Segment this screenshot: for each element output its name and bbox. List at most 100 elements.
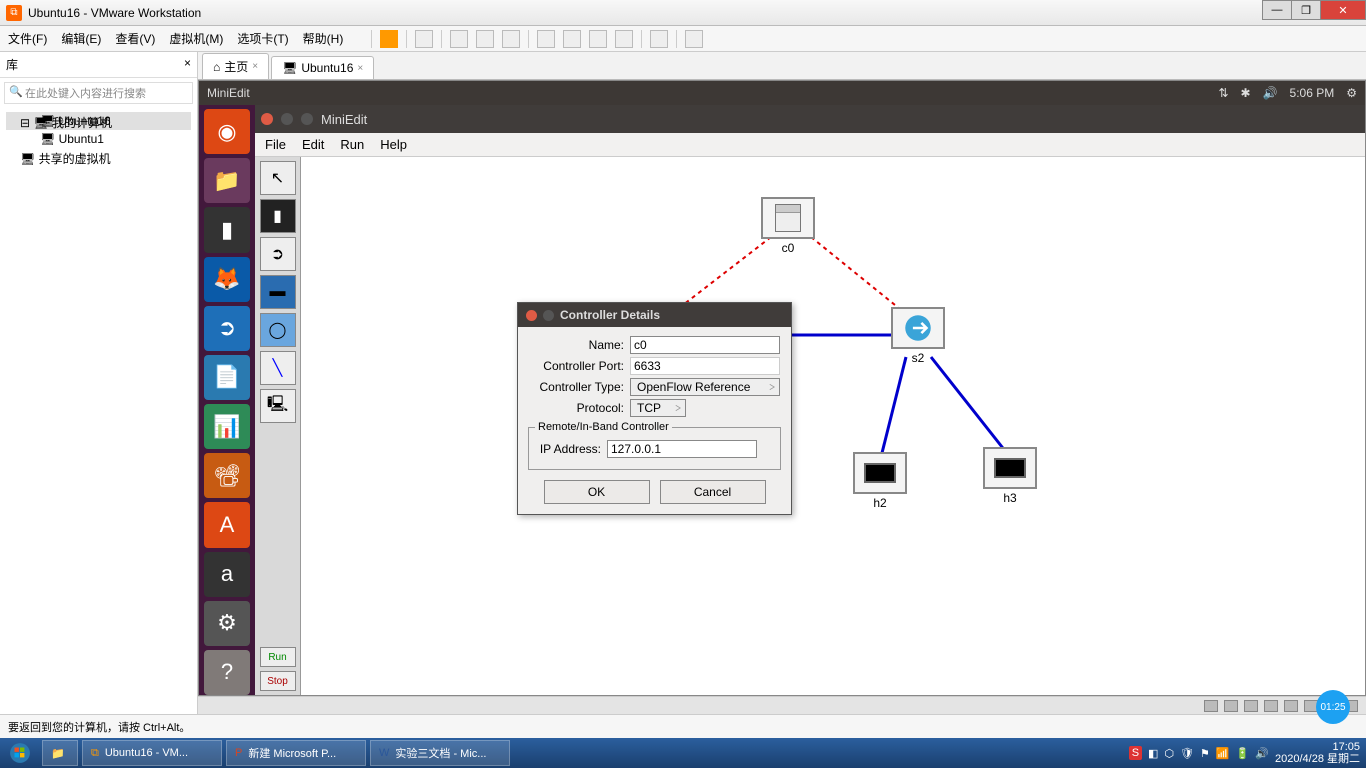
tool-router[interactable]: ◯: [260, 313, 296, 347]
tool-legacy-switch[interactable]: ▬: [260, 275, 296, 309]
menu-help[interactable]: 帮助(H): [303, 30, 344, 47]
tray-icon[interactable]: 📶: [1216, 747, 1230, 760]
files-icon[interactable]: 📁: [204, 158, 250, 203]
ime-icon[interactable]: S: [1129, 746, 1142, 760]
network-icon[interactable]: ⇅: [1218, 86, 1228, 100]
port-input[interactable]: [630, 357, 780, 375]
toolbar-icon[interactable]: [685, 30, 703, 48]
arrow-icon[interactable]: ➲: [204, 306, 250, 351]
writer-icon[interactable]: 📄: [204, 355, 250, 400]
node-controller-c0[interactable]: c0: [761, 197, 815, 255]
toolbar-icon[interactable]: [450, 30, 468, 48]
me-menu-help[interactable]: Help: [380, 137, 407, 152]
menu-file[interactable]: 文件(F): [8, 30, 47, 47]
tool-switch[interactable]: ➲: [260, 237, 296, 271]
tool-host[interactable]: ▮: [260, 199, 296, 233]
device-icon[interactable]: [1264, 700, 1278, 712]
stop-button[interactable]: Stop: [260, 671, 296, 691]
toolbar-icon[interactable]: [502, 30, 520, 48]
me-menu-run[interactable]: Run: [340, 137, 364, 152]
toolbar-icon[interactable]: [476, 30, 494, 48]
taskbar-clock[interactable]: 17:05 2020/4/28 星期二: [1275, 741, 1360, 765]
toolbar-icon[interactable]: [537, 30, 555, 48]
cancel-button[interactable]: Cancel: [660, 480, 766, 504]
tree-my-computer[interactable]: ⊟ 🖥 我的计算机: [6, 112, 112, 133]
maximize-icon[interactable]: [301, 113, 313, 125]
start-button[interactable]: [0, 738, 40, 768]
proto-select[interactable]: TCP: [630, 399, 686, 417]
sound-icon[interactable]: 🔊: [1255, 747, 1269, 760]
settings-icon[interactable]: ⚙: [204, 601, 250, 646]
firefox-icon[interactable]: 🦊: [204, 257, 250, 302]
software-icon[interactable]: A: [204, 502, 250, 547]
toolbar-icon[interactable]: [415, 30, 433, 48]
terminal-icon[interactable]: ▮: [204, 207, 250, 252]
ip-label: IP Address:: [535, 442, 601, 456]
menu-vm[interactable]: 虚拟机(M): [169, 30, 223, 47]
close-button[interactable]: ✕: [1320, 0, 1366, 20]
close-icon[interactable]: ×: [357, 63, 363, 74]
close-icon[interactable]: ×: [252, 61, 258, 72]
clock[interactable]: 5:06 PM: [1290, 86, 1335, 100]
tool-link[interactable]: ╲: [260, 351, 296, 385]
pause-icon[interactable]: [380, 30, 398, 48]
calc-icon[interactable]: 📊: [204, 404, 250, 449]
name-label: Name:: [528, 338, 624, 352]
controller-details-dialog: Controller Details Name: Controller Port…: [517, 302, 792, 515]
task-powerpoint[interactable]: P新建 Microsoft P...: [226, 740, 366, 766]
node-switch-s2[interactable]: s2: [891, 307, 945, 365]
type-select[interactable]: OpenFlow Reference: [630, 378, 780, 396]
sound-icon[interactable]: 🔊: [1263, 86, 1278, 100]
name-input[interactable]: [630, 336, 780, 354]
close-icon[interactable]: [526, 310, 537, 321]
dialog-titlebar[interactable]: Controller Details: [518, 303, 791, 327]
task-word[interactable]: W实验三文档 - Mic...: [370, 740, 510, 766]
bluetooth-icon[interactable]: ✱: [1241, 86, 1251, 100]
task-vmware[interactable]: ⧉Ubuntu16 - VM...: [82, 740, 222, 766]
impress-icon[interactable]: 📽: [204, 453, 250, 498]
ok-button[interactable]: OK: [544, 480, 650, 504]
menu-edit[interactable]: 编辑(E): [61, 30, 101, 47]
amazon-icon[interactable]: a: [204, 552, 250, 597]
miniedit-titlebar[interactable]: MiniEdit: [255, 105, 1365, 133]
menu-tabs[interactable]: 选项卡(T): [237, 30, 288, 47]
tray-icon[interactable]: ◧: [1148, 747, 1158, 760]
close-icon[interactable]: [261, 113, 273, 125]
minimize-button[interactable]: —: [1262, 0, 1292, 20]
device-icon[interactable]: [1244, 700, 1258, 712]
device-icon[interactable]: [1224, 700, 1238, 712]
node-host-h3[interactable]: h3: [983, 447, 1037, 505]
window-titlebar: ⧉ Ubuntu16 - VMware Workstation — ❐ ✕: [0, 0, 1366, 26]
tree-shared[interactable]: 🖥 共享的虚拟机: [6, 148, 111, 169]
topology-canvas[interactable]: c0 s1 s2: [301, 157, 1365, 695]
tray-icon[interactable]: 🛡: [1180, 747, 1194, 760]
tool-cursor[interactable]: ↖: [260, 161, 296, 195]
me-menu-file[interactable]: File: [265, 137, 286, 152]
device-icon[interactable]: [1284, 700, 1298, 712]
maximize-icon[interactable]: [543, 310, 554, 321]
help-icon[interactable]: ?: [204, 650, 250, 695]
minimize-icon[interactable]: [281, 113, 293, 125]
ubuntu-dash-icon[interactable]: ◉: [204, 109, 250, 154]
toolbar-icon[interactable]: [563, 30, 581, 48]
library-search[interactable]: 在此处键入内容进行搜索: [4, 82, 193, 104]
menu-view[interactable]: 查看(V): [115, 30, 155, 47]
tool-controller[interactable]: 🖳: [260, 389, 296, 423]
ip-input[interactable]: [607, 440, 757, 458]
toolbar-icon[interactable]: [589, 30, 607, 48]
tray-icon[interactable]: ⚑: [1200, 747, 1210, 760]
maximize-button[interactable]: ❐: [1291, 0, 1321, 20]
tab-ubuntu16[interactable]: 🖥 Ubuntu16 ×: [271, 56, 374, 79]
task-folder[interactable]: 📁: [42, 740, 78, 766]
toolbar-icon[interactable]: [650, 30, 668, 48]
gear-icon[interactable]: ⚙: [1346, 86, 1357, 100]
library-close[interactable]: ×: [184, 56, 191, 73]
tray-icon[interactable]: ⬡: [1164, 747, 1174, 760]
me-menu-edit[interactable]: Edit: [302, 137, 324, 152]
tab-home[interactable]: ⌂ 主页 ×: [202, 53, 269, 79]
toolbar-icon[interactable]: [615, 30, 633, 48]
run-button[interactable]: Run: [260, 647, 296, 667]
node-host-h2[interactable]: h2: [853, 452, 907, 510]
device-icon[interactable]: [1204, 700, 1218, 712]
tray-icon[interactable]: 🔋: [1236, 747, 1250, 760]
